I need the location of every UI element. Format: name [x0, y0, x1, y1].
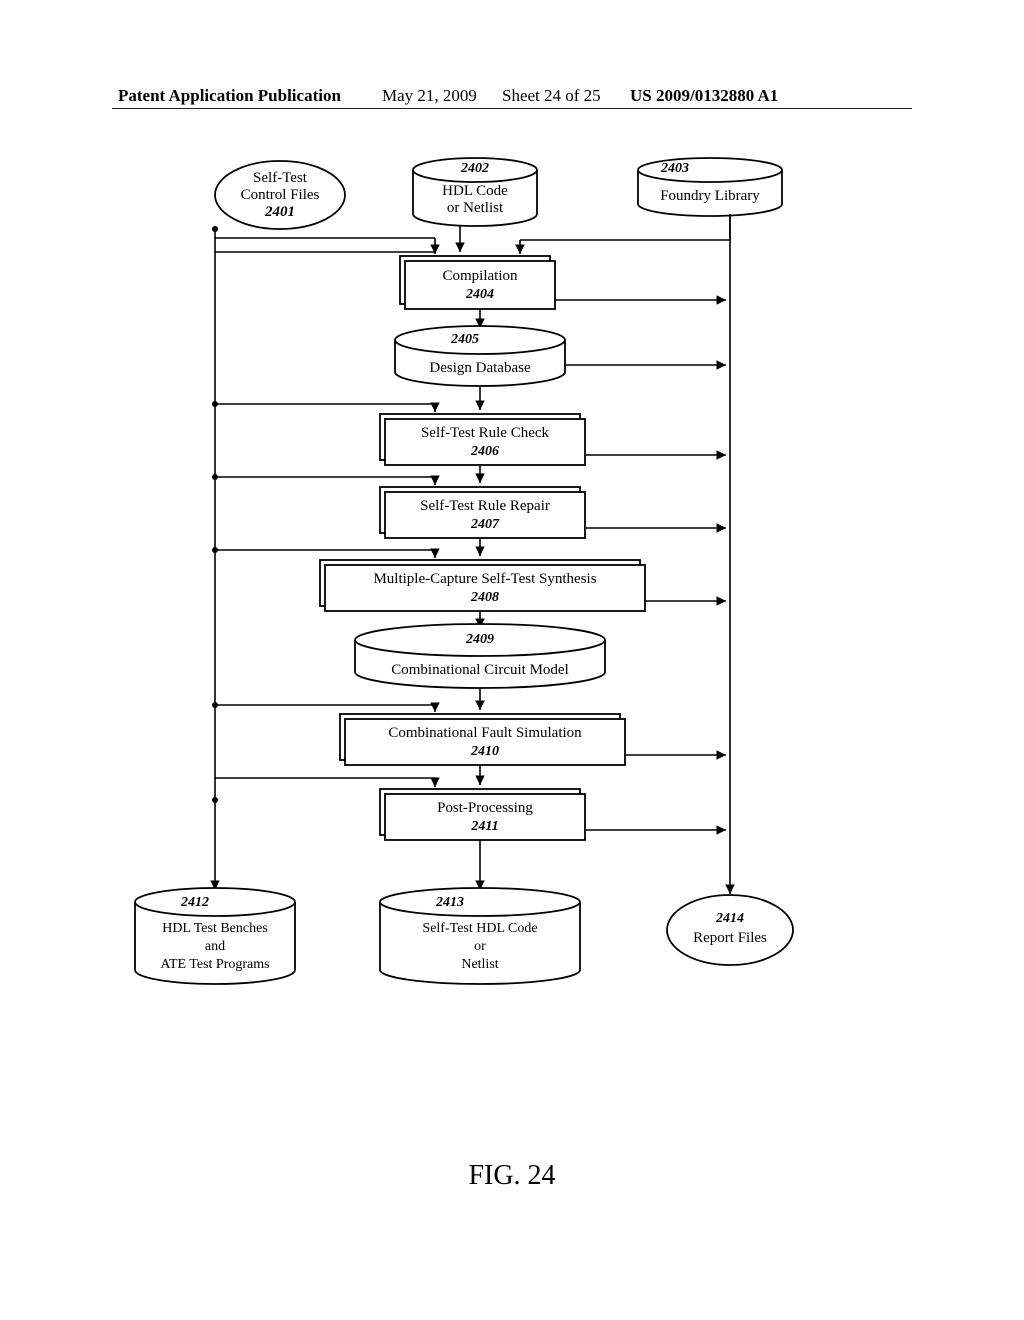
node-2401-line2: Control Files	[241, 187, 320, 203]
node-2406-ref: 2406	[470, 444, 499, 459]
node-2407-label: Self-Test Rule Repair	[420, 498, 550, 514]
node-2414: 2414 Report Files	[667, 895, 793, 965]
node-2401-ref: 2401	[264, 204, 295, 220]
node-2412-line3: ATE Test Programs	[160, 957, 269, 972]
svg-text:or: or	[474, 939, 486, 954]
node-2412-ref: 2412	[180, 895, 209, 910]
node-2409-label: Combinational Circuit Model	[391, 662, 568, 678]
node-2413-line2: or	[474, 939, 486, 954]
svg-text:HDL Code: HDL Code	[442, 183, 508, 199]
node-2410-ref: 2410	[470, 744, 499, 759]
svg-text:Netlist: Netlist	[461, 957, 498, 972]
node-2413-line3: Netlist	[461, 957, 498, 972]
node-2413: 2413 Self-Test HDL Code or Netlist	[380, 888, 580, 984]
node-2405-label: Design Database	[429, 360, 531, 376]
sheet-number: Sheet 24 of 25	[502, 86, 601, 106]
node-2408-label: Multiple-Capture Self-Test Synthesis	[373, 571, 596, 587]
node-2403-label: Foundry Library	[660, 188, 760, 204]
svg-text:or Netlist: or Netlist	[447, 200, 504, 216]
node-2408-ref: 2408	[470, 590, 499, 605]
node-2410-label: Combinational Fault Simulation	[388, 725, 582, 741]
node-2411-ref: 2411	[470, 819, 498, 834]
node-2407-ref: 2407	[470, 517, 500, 532]
node-2414-ref: 2414	[715, 911, 744, 926]
node-2403: 2403 Foundry Library	[638, 158, 782, 216]
node-2402-line1: HDL Code	[442, 183, 508, 199]
publication-date: May 21, 2009	[382, 86, 477, 106]
node-2402-ref: 2402	[460, 161, 489, 176]
node-2401-line1: Self-Test	[253, 170, 308, 186]
node-2404-ref: 2404	[465, 287, 494, 302]
header-rule	[112, 108, 912, 109]
node-2413-ref: 2413	[435, 895, 464, 910]
svg-text:ATE Test Programs: ATE Test Programs	[160, 957, 269, 972]
node-2406-label: Self-Test Rule Check	[421, 425, 550, 441]
publication-label: Patent Application Publication	[118, 86, 341, 106]
node-2414-label: Report Files	[693, 930, 767, 946]
publication-number: US 2009/0132880 A1	[630, 86, 778, 106]
node-2412-line2: and	[205, 939, 225, 954]
svg-text:and: and	[205, 939, 225, 954]
node-2402-line2: or Netlist	[447, 200, 504, 216]
node-2402: 2402 HDL Code or Netlist	[413, 158, 537, 226]
node-2403-ref: 2403	[660, 161, 689, 176]
figure-label: FIG. 24	[0, 1160, 1024, 1192]
svg-text:HDL Test Benches: HDL Test Benches	[162, 921, 268, 936]
node-2404-label: Compilation	[443, 268, 519, 284]
node-2405-ref: 2405	[450, 332, 479, 347]
svg-text:Control Files: Control Files	[241, 187, 320, 203]
svg-text:Self-Test: Self-Test	[253, 170, 308, 186]
node-2411-label: Post-Processing	[437, 800, 533, 816]
node-2412-line1: HDL Test Benches	[162, 921, 268, 936]
flowchart: Self-Test Control Files 2401 2402 HDL Co…	[120, 150, 900, 1030]
node-2409: 2409 Combinational Circuit Model	[355, 624, 605, 688]
node-2412: 2412 HDL Test Benches and ATE Test Progr…	[135, 888, 295, 984]
node-2409-ref: 2409	[465, 632, 494, 647]
node-2413-line1: Self-Test HDL Code	[422, 921, 537, 936]
page: Patent Application Publication May 21, 2…	[0, 0, 1024, 1320]
svg-text:Self-Test HDL Code: Self-Test HDL Code	[422, 921, 537, 936]
node-2405: 2405 Design Database	[395, 326, 565, 386]
